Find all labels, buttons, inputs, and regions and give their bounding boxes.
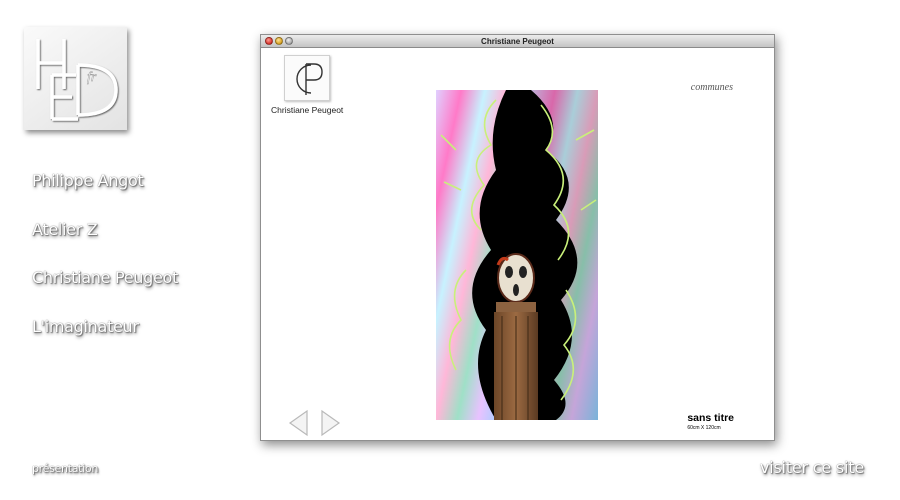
previous-arrow-icon[interactable] (287, 409, 309, 437)
artwork-caption: sans titre 60cm X 120cm (687, 412, 734, 431)
presentation-link[interactable]: présentation (32, 462, 98, 475)
nav-link-christiane-peugeot[interactable]: Christiane Peugeot (32, 267, 178, 316)
site-nav: Philippe Angot Atelier Z Christiane Peug… (32, 170, 178, 364)
nav-link-imaginateur[interactable]: L'imaginateur (32, 316, 178, 365)
svg-text:fr: fr (87, 70, 97, 85)
visit-site-link[interactable]: visiter ce site (760, 458, 864, 477)
hed-logo-mark: fr (36, 39, 118, 121)
artwork-navigation (287, 409, 342, 437)
site-preview-window: Christiane Peugeot Christiane Peugeot co… (260, 34, 775, 441)
nav-link-philippe-angot[interactable]: Philippe Angot (32, 170, 178, 219)
cp-monogram (284, 55, 330, 101)
zoom-window-button[interactable] (285, 37, 293, 45)
window-controls (265, 37, 293, 45)
window-content: Christiane Peugeot communes sans titre 6… (261, 48, 774, 440)
logo-caption: Christiane Peugeot (271, 105, 344, 115)
window-title: Christiane Peugeot (481, 37, 554, 46)
category-link[interactable]: communes (691, 82, 733, 93)
artwork-image[interactable] (436, 90, 598, 420)
artwork-title: sans titre (687, 412, 734, 424)
next-arrow-icon[interactable] (320, 409, 342, 437)
window-titlebar: Christiane Peugeot (261, 35, 774, 48)
mask-figure (496, 253, 535, 303)
artwork-dimensions: 60cm X 120cm (687, 425, 721, 431)
close-window-button[interactable] (265, 37, 273, 45)
nav-link-atelier-z[interactable]: Atelier Z (32, 219, 178, 268)
site-logo[interactable]: fr (24, 27, 127, 130)
minimize-window-button[interactable] (275, 37, 283, 45)
christiane-peugeot-logo[interactable]: Christiane Peugeot (271, 55, 351, 115)
